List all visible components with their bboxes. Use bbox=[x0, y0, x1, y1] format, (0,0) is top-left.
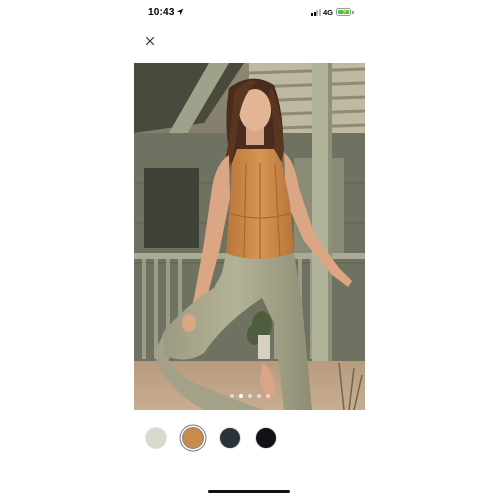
home-indicator[interactable] bbox=[208, 490, 290, 493]
pagination-dot-active[interactable] bbox=[238, 394, 243, 398]
product-photo-illustration bbox=[134, 63, 365, 410]
swatch-sage[interactable] bbox=[145, 427, 167, 449]
pagination-dot[interactable] bbox=[265, 394, 270, 398]
pagination-dot[interactable] bbox=[256, 394, 261, 398]
gallery-pagination bbox=[134, 394, 365, 398]
product-photo[interactable] bbox=[134, 63, 365, 410]
close-icon[interactable] bbox=[144, 35, 156, 47]
pagination-dot[interactable] bbox=[247, 394, 252, 398]
swatch-black[interactable] bbox=[255, 427, 277, 449]
swatch-camel[interactable] bbox=[182, 427, 204, 449]
charging-bolt-icon: ⚡ bbox=[341, 9, 349, 15]
battery-cap bbox=[352, 10, 354, 14]
pagination-dot[interactable] bbox=[229, 394, 234, 398]
status-bar: 10:43 4G ⚡ bbox=[0, 0, 499, 26]
location-arrow-icon bbox=[176, 8, 184, 16]
cellular-signal-icon bbox=[311, 9, 322, 16]
color-swatches bbox=[145, 427, 285, 449]
battery-level: ⚡ bbox=[338, 9, 349, 15]
status-time: 10:43 bbox=[148, 7, 175, 18]
battery-icon: ⚡ bbox=[336, 8, 351, 16]
swatch-dark-teal[interactable] bbox=[219, 427, 241, 449]
network-type: 4G bbox=[323, 8, 334, 17]
product-image-viewer: 10:43 4G ⚡ bbox=[0, 0, 499, 499]
